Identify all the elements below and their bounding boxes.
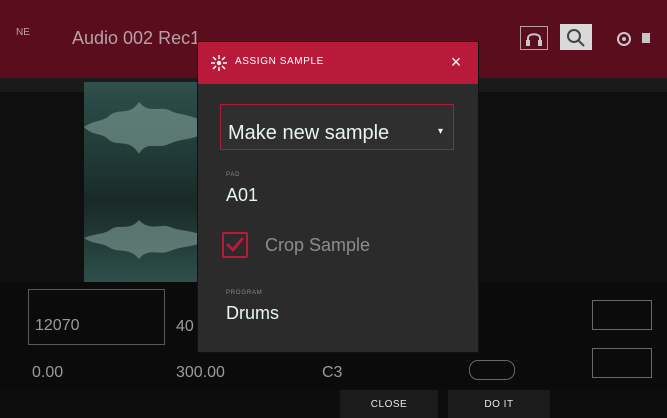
zoom-icon	[567, 29, 585, 47]
right-side-button[interactable]	[592, 300, 652, 330]
program-value[interactable]: Drums	[226, 303, 279, 324]
crop-sample-label: Crop Sample	[265, 235, 371, 255]
waveform-upper-svg	[84, 102, 214, 154]
assign-sample-modal: ASSIGN SAMPLE × Make new sample ▾ PAD A0…	[198, 42, 478, 352]
burst-icon	[210, 54, 228, 72]
gear-button[interactable]	[613, 28, 635, 50]
app-logo: NE	[16, 27, 30, 38]
waveform-lower-svg	[84, 220, 214, 259]
close-button[interactable]: CLOSE	[340, 390, 438, 418]
pad-value[interactable]: A01	[226, 185, 258, 206]
gear-icon	[617, 32, 631, 46]
value-box[interactable]: 12070	[28, 289, 165, 345]
track-title: Audio 002 Rec1	[72, 28, 201, 48]
headphones-icon	[526, 33, 542, 46]
length-value: 300.00	[176, 364, 225, 381]
link-icon[interactable]	[469, 360, 515, 380]
start-value: 0.00	[32, 364, 64, 381]
footer-bar	[0, 390, 667, 418]
close-icon[interactable]: ×	[446, 52, 466, 72]
program-label: PROGRAM	[226, 290, 263, 296]
sample-select-value: Make new sample	[228, 122, 390, 144]
chevron-down-icon: ▾	[437, 126, 443, 137]
value-box-suffix: 40	[176, 318, 194, 335]
value-box-number: 12070	[35, 317, 80, 334]
sample-select[interactable]: Make new sample ▾	[220, 104, 454, 150]
modal-title: ASSIGN SAMPLE	[235, 56, 324, 67]
modal-header: ASSIGN SAMPLE ×	[198, 42, 478, 84]
right-side-button[interactable]	[592, 348, 652, 378]
do-it-button[interactable]: DO IT	[448, 390, 550, 418]
note-value: C3	[322, 364, 343, 381]
zoom-button[interactable]	[560, 24, 592, 50]
headphones-button[interactable]	[520, 26, 548, 50]
pad-label: PAD	[226, 172, 241, 178]
waveform-upper	[84, 92, 214, 162]
menu-dot-icon[interactable]	[642, 33, 650, 43]
waveform-lower	[84, 203, 214, 273]
checkmark-icon	[226, 237, 244, 252]
crop-sample-checkbox[interactable]	[222, 232, 248, 258]
